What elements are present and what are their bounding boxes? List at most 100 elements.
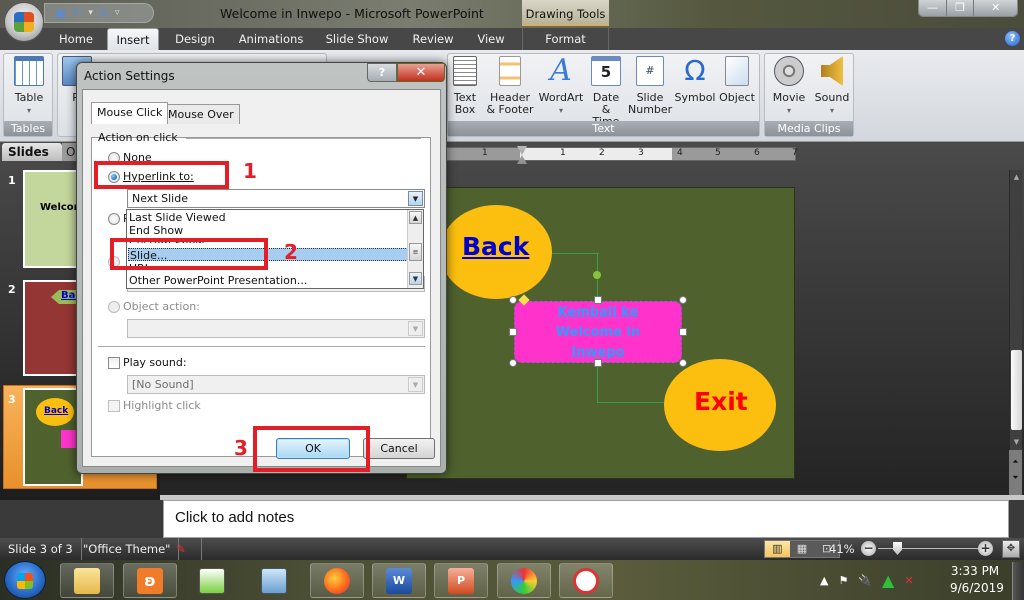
tab-slides[interactable]: Slides (2, 143, 62, 161)
restore-button[interactable]: ❐ (946, 0, 975, 16)
tab-mouse-click[interactable]: Mouse Click (91, 102, 169, 124)
radio-object-action[interactable] (108, 301, 120, 313)
horizontal-ruler[interactable]: 1 1 2 3 4 5 6 7 (446, 146, 798, 164)
table-button[interactable]: Table ▾ (8, 56, 50, 117)
tab-format[interactable]: Format (522, 28, 609, 50)
taskbar-xampp[interactable]: ʚ (123, 563, 177, 598)
windows-logo-icon (17, 573, 33, 589)
play-sound-checkbox[interactable] (108, 357, 120, 369)
tab-design[interactable]: Design (170, 28, 220, 50)
slide-thumbnail-3[interactable]: Back (23, 388, 91, 486)
dialog-close-button[interactable]: ✕ (397, 63, 445, 82)
slide-sorter-button[interactable]: ▦ (790, 541, 815, 557)
exit-text[interactable]: Exit (694, 387, 748, 416)
radio-run-program[interactable] (108, 213, 120, 225)
taskbar-snipping-tool[interactable] (559, 563, 613, 598)
movie-button[interactable]: Movie ▾ (768, 56, 810, 117)
cancel-button[interactable]: Cancel (363, 438, 435, 459)
resize-handle[interactable] (679, 296, 687, 304)
customize-qat-icon[interactable]: ▿ (115, 8, 120, 18)
resize-handle[interactable] (679, 359, 687, 367)
list-scrollbar[interactable]: ▲ ≡ ▼ (407, 210, 423, 288)
highlight-click-checkbox[interactable] (108, 400, 120, 412)
list-item[interactable]: Last Slide Viewed (128, 211, 408, 224)
normal-view-button[interactable]: ▥ (765, 541, 790, 557)
slide-thumbnail-2[interactable]: Bac (23, 280, 91, 376)
resize-handle[interactable] (594, 296, 602, 304)
resize-handle[interactable] (509, 296, 517, 304)
power-icon[interactable]: 🔌 (858, 574, 872, 587)
tab-insert[interactable]: Insert (107, 28, 159, 50)
slide-number-button[interactable]: # Slide Number (628, 56, 672, 116)
slide-thumbnail-1[interactable]: Welcom (23, 170, 84, 268)
clock[interactable]: 3:33 PM 9/6/2019 (950, 563, 1004, 597)
sound-button[interactable]: Sound ▾ (811, 56, 853, 117)
resize-handle[interactable] (509, 359, 517, 367)
previous-slide-icon[interactable]: ⏶ (1009, 454, 1022, 470)
taskbar-explorer[interactable] (60, 563, 114, 598)
tab-animations[interactable]: Animations (236, 28, 306, 50)
taskbar-paint[interactable] (497, 563, 551, 598)
green-triangle-icon[interactable]: ▲ (882, 571, 894, 590)
object-action-label: Object action: (123, 300, 200, 313)
scroll-up-icon[interactable]: ▲ (1012, 173, 1021, 181)
symbol-button[interactable]: Ω Symbol (674, 56, 716, 104)
tab-review[interactable]: Review (406, 28, 460, 50)
taskbar-notepad-plus-plus[interactable] (185, 563, 239, 598)
list-item[interactable]: End Show (128, 224, 408, 237)
action-center-flag-icon[interactable]: ⚑ (838, 574, 848, 587)
tab-mouse-over[interactable]: Mouse Over (162, 104, 240, 124)
header-footer-button[interactable]: Header & Footer (486, 56, 534, 116)
help-icon[interactable]: ? (1005, 31, 1020, 46)
tab-slide-show[interactable]: Slide Show (322, 28, 392, 50)
window-controls: — ❐ ✕ (918, 0, 1018, 17)
zoom-out-icon[interactable]: − (861, 541, 876, 556)
close-button[interactable]: ✕ (974, 0, 1017, 16)
start-button[interactable] (4, 561, 46, 599)
vertical-scrollbar[interactable]: ▲ ▼ (1009, 170, 1022, 450)
dialog-help-button[interactable]: ? (367, 63, 397, 82)
undo-dropdown-icon[interactable]: ▾ (88, 8, 93, 18)
scrollbar-thumb[interactable] (1011, 350, 1022, 430)
resize-handle[interactable] (679, 328, 687, 336)
zoom-in-icon[interactable]: + (978, 541, 993, 556)
minimize-button[interactable]: — (919, 0, 947, 16)
tab-view[interactable]: View (473, 28, 509, 50)
show-desktop-button[interactable] (1012, 562, 1024, 600)
office-button[interactable] (4, 2, 44, 42)
show-hidden-icons[interactable]: ▲ (820, 574, 828, 587)
scroll-down-icon[interactable]: ▼ (1012, 438, 1021, 446)
fit-to-window-icon[interactable]: ✥ (1002, 540, 1020, 558)
list-item[interactable]: Other PowerPoint Presentation... (128, 274, 408, 287)
tab-home[interactable]: Home (57, 28, 95, 50)
theme-name: "Office Theme" (75, 538, 180, 560)
slide-canvas[interactable]: Back Exit Kembali ke Welcome in Inwepo (406, 187, 795, 479)
taskbar-word[interactable]: W (372, 563, 426, 598)
resize-handle[interactable] (509, 328, 517, 336)
list-scroll-down-icon[interactable]: ▼ (409, 272, 422, 285)
hyperlink-dropdown[interactable]: Next Slide ▼ (127, 189, 425, 208)
taskbar-calculator[interactable] (247, 563, 301, 598)
spell-check-icon[interactable]: ✎ (168, 538, 202, 560)
text-box-button[interactable]: Text Box (451, 56, 479, 116)
play-sound-label[interactable]: Play sound: (123, 356, 187, 369)
date-time-button[interactable]: 5 Date& Time (588, 56, 624, 128)
selected-text-shape[interactable]: Kembali ke Welcome in Inwepo (514, 301, 682, 363)
resize-handle[interactable] (594, 359, 602, 367)
network-icon[interactable]: ✕ (904, 574, 913, 587)
notes-pane[interactable]: Click to add notes (163, 500, 1009, 538)
next-slide-icon[interactable]: ⏷ (1009, 470, 1022, 486)
rotation-handle[interactable] (593, 271, 601, 279)
undo-icon[interactable]: ↶ (72, 6, 82, 20)
back-link-text[interactable]: Back (462, 232, 529, 261)
taskbar-powerpoint[interactable]: P (434, 563, 488, 598)
object-button[interactable]: Object (718, 56, 756, 104)
save-icon[interactable]: ▣ (55, 6, 66, 20)
zoom-level[interactable]: 41% (829, 538, 855, 560)
taskbar-firefox[interactable] (310, 563, 364, 598)
list-scroll-up-icon[interactable]: ▲ (409, 211, 422, 224)
list-scroll-thumb[interactable]: ≡ (409, 243, 422, 261)
redo-icon[interactable]: ↻ (99, 6, 109, 20)
wordart-button[interactable]: A WordArt ▾ (538, 56, 584, 117)
dropdown-arrow-icon[interactable]: ▼ (408, 191, 423, 206)
